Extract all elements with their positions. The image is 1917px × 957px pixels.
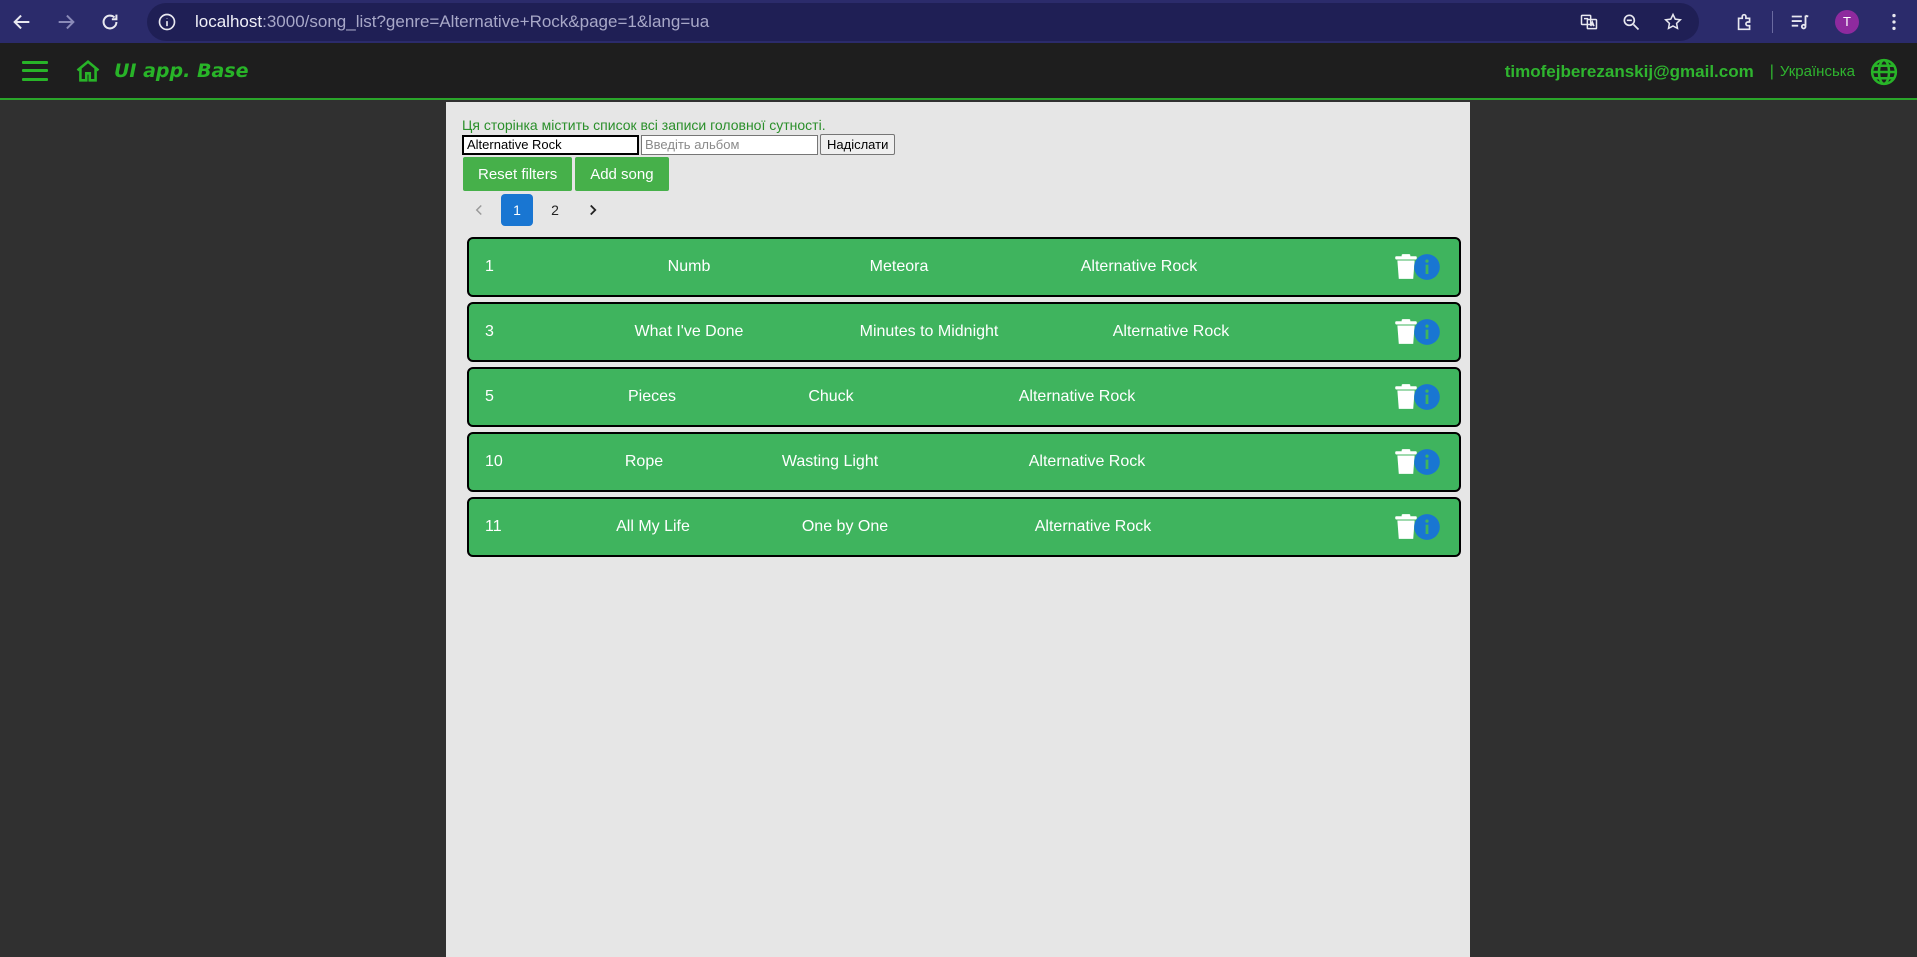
song-id: 10 — [485, 453, 503, 470]
browser-toolbar: localhost:3000/song_list?genre=Alternati… — [0, 0, 1917, 43]
forward-button[interactable] — [44, 0, 88, 43]
info-icon[interactable] — [1413, 383, 1441, 411]
song-row[interactable]: 3 What I've Done Minutes to Midnight Alt… — [467, 302, 1461, 362]
bookmark-star-icon[interactable] — [1659, 8, 1687, 36]
header-separator: | — [1769, 62, 1774, 80]
playlist-icon — [1791, 14, 1809, 29]
language-label[interactable]: Українська — [1780, 63, 1855, 80]
submit-button[interactable]: Надіслати — [820, 134, 896, 155]
song-album: Meteora — [869, 258, 929, 275]
reset-filters-button[interactable]: Reset filters — [463, 157, 573, 191]
song-album: Wasting Light — [781, 453, 879, 470]
url-text: localhost:3000/song_list?genre=Alternati… — [195, 12, 710, 31]
song-genre: Alternative Rock — [1080, 258, 1198, 275]
media-controls-button[interactable] — [1777, 0, 1823, 43]
song-genre: Alternative Rock — [1018, 388, 1136, 405]
song-id: 1 — [485, 258, 494, 275]
home-icon[interactable] — [74, 57, 102, 85]
arrow-left-icon — [13, 14, 30, 29]
song-album: Chuck — [808, 388, 854, 405]
prev-page-button[interactable] — [463, 194, 495, 226]
song-genre: Alternative Rock — [1034, 518, 1152, 535]
globe-icon[interactable] — [1869, 57, 1899, 87]
song-id: 5 — [485, 388, 494, 405]
extensions-button[interactable] — [1722, 0, 1768, 43]
app-header: UI app. Base timofejberezanskij@gmail.co… — [0, 43, 1917, 100]
song-row[interactable]: 10 Rope Wasting Light Alternative Rock — [467, 432, 1461, 492]
address-bar[interactable]: localhost:3000/song_list?genre=Alternati… — [147, 3, 1699, 41]
arrow-right-icon — [58, 14, 75, 29]
page-2-button[interactable]: 2 — [539, 194, 571, 226]
song-title: Pieces — [627, 388, 677, 405]
filter-form: Надіслати — [462, 134, 896, 155]
zoom-icon[interactable] — [1617, 8, 1645, 36]
browser-menu-button[interactable] — [1871, 0, 1917, 43]
song-title: Numb — [667, 258, 711, 275]
song-album: Minutes to Midnight — [859, 323, 999, 340]
info-icon[interactable] — [1413, 448, 1441, 476]
song-row[interactable]: 1 Numb Meteora Alternative Rock — [467, 237, 1461, 297]
back-button[interactable] — [0, 0, 44, 43]
user-email[interactable]: timofejberezanskij@gmail.com — [1505, 62, 1754, 82]
toolbar-divider — [1772, 10, 1773, 33]
next-page-button[interactable] — [577, 194, 609, 226]
page-1-button[interactable]: 1 — [501, 194, 533, 226]
song-id: 11 — [485, 518, 502, 535]
song-id: 3 — [485, 323, 494, 340]
song-row[interactable]: 11 All My Life One by One Alternative Ro… — [467, 497, 1461, 557]
song-genre: Alternative Rock — [1028, 453, 1146, 470]
song-genre: Alternative Rock — [1112, 323, 1230, 340]
genre-filter-input[interactable] — [462, 134, 639, 155]
add-song-button[interactable]: Add song — [575, 157, 669, 191]
album-filter-input[interactable] — [641, 134, 818, 155]
chevron-left-icon — [475, 204, 482, 216]
info-icon[interactable] — [1413, 253, 1441, 281]
info-icon[interactable] — [1413, 318, 1441, 346]
kebab-menu-icon — [1892, 13, 1896, 30]
info-icon[interactable] — [1413, 513, 1441, 541]
content-panel: Ця сторінка містить список всі записи го… — [446, 102, 1470, 957]
translate-icon[interactable] — [1575, 8, 1603, 36]
page-description: Ця сторінка містить список всі записи го… — [462, 117, 826, 133]
hamburger-menu-icon[interactable] — [22, 60, 48, 81]
puzzle-icon — [1737, 13, 1751, 30]
app-brand[interactable]: UI app. Base — [114, 60, 248, 82]
reload-button[interactable] — [88, 0, 132, 43]
song-row[interactable]: 5 Pieces Chuck Alternative Rock — [467, 367, 1461, 427]
song-list: 1 Numb Meteora Alternative Rock 3 What I… — [467, 237, 1461, 562]
song-title: Rope — [624, 453, 664, 470]
reload-icon — [102, 14, 118, 29]
site-info-icon[interactable] — [151, 6, 183, 38]
song-title: All My Life — [616, 518, 690, 535]
song-title: What I've Done — [634, 323, 744, 340]
profile-avatar[interactable]: T — [1835, 9, 1859, 34]
song-album: One by One — [801, 518, 889, 535]
pagination: 1 2 — [463, 194, 609, 226]
chevron-right-icon — [590, 204, 597, 216]
